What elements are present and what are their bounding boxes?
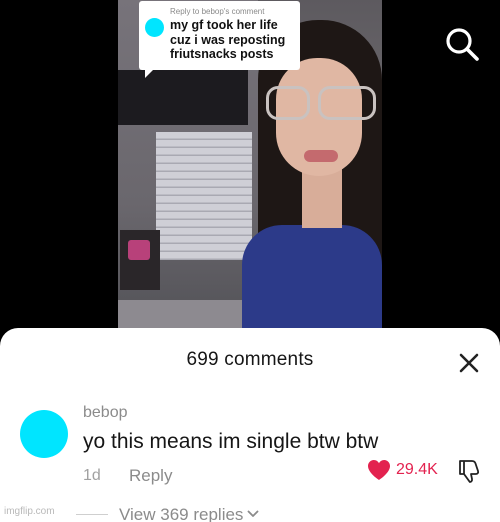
video-glasses-right: [318, 86, 376, 120]
reply-comment-sticker[interactable]: Reply to bebop's comment my gf took her …: [139, 1, 300, 78]
like-count: 29.4K: [396, 461, 438, 478]
avatar[interactable]: [20, 410, 68, 458]
video-glasses-left: [266, 86, 310, 120]
video-person-neck: [302, 168, 342, 228]
heart-icon[interactable]: [366, 458, 392, 482]
video-curtain: [118, 70, 248, 125]
reply-to-label: Reply to bebop's comment: [170, 7, 265, 16]
reply-button[interactable]: Reply: [129, 466, 172, 486]
replies-divider: [76, 514, 108, 515]
video-person-lips: [304, 150, 338, 162]
comment-text: yo this means im single btw btw: [83, 430, 379, 453]
video-shelf: [120, 230, 160, 290]
view-replies-button[interactable]: View 369 replies: [119, 505, 259, 522]
comment-username[interactable]: bebop: [83, 404, 128, 422]
chevron-down-icon: [248, 510, 259, 517]
view-replies-label: View 369 replies: [119, 505, 244, 522]
search-icon[interactable]: [444, 26, 480, 62]
comments-sheet: 699 comments bebop yo this means im sing…: [0, 328, 500, 522]
close-icon[interactable]: [456, 350, 482, 376]
reply-avatar: [145, 18, 164, 37]
reply-comment-text: my gf took her life cuz i was reposting …: [170, 18, 286, 61]
video-pink-object: [128, 240, 150, 260]
watermark: imgflip.com: [4, 506, 55, 517]
video-window-blinds: [156, 132, 252, 260]
video-person-shirt: [242, 225, 382, 340]
thumbs-down-icon[interactable]: [456, 458, 482, 484]
comment-timestamp: 1d: [83, 467, 101, 484]
comments-title: 699 comments: [186, 349, 314, 370]
